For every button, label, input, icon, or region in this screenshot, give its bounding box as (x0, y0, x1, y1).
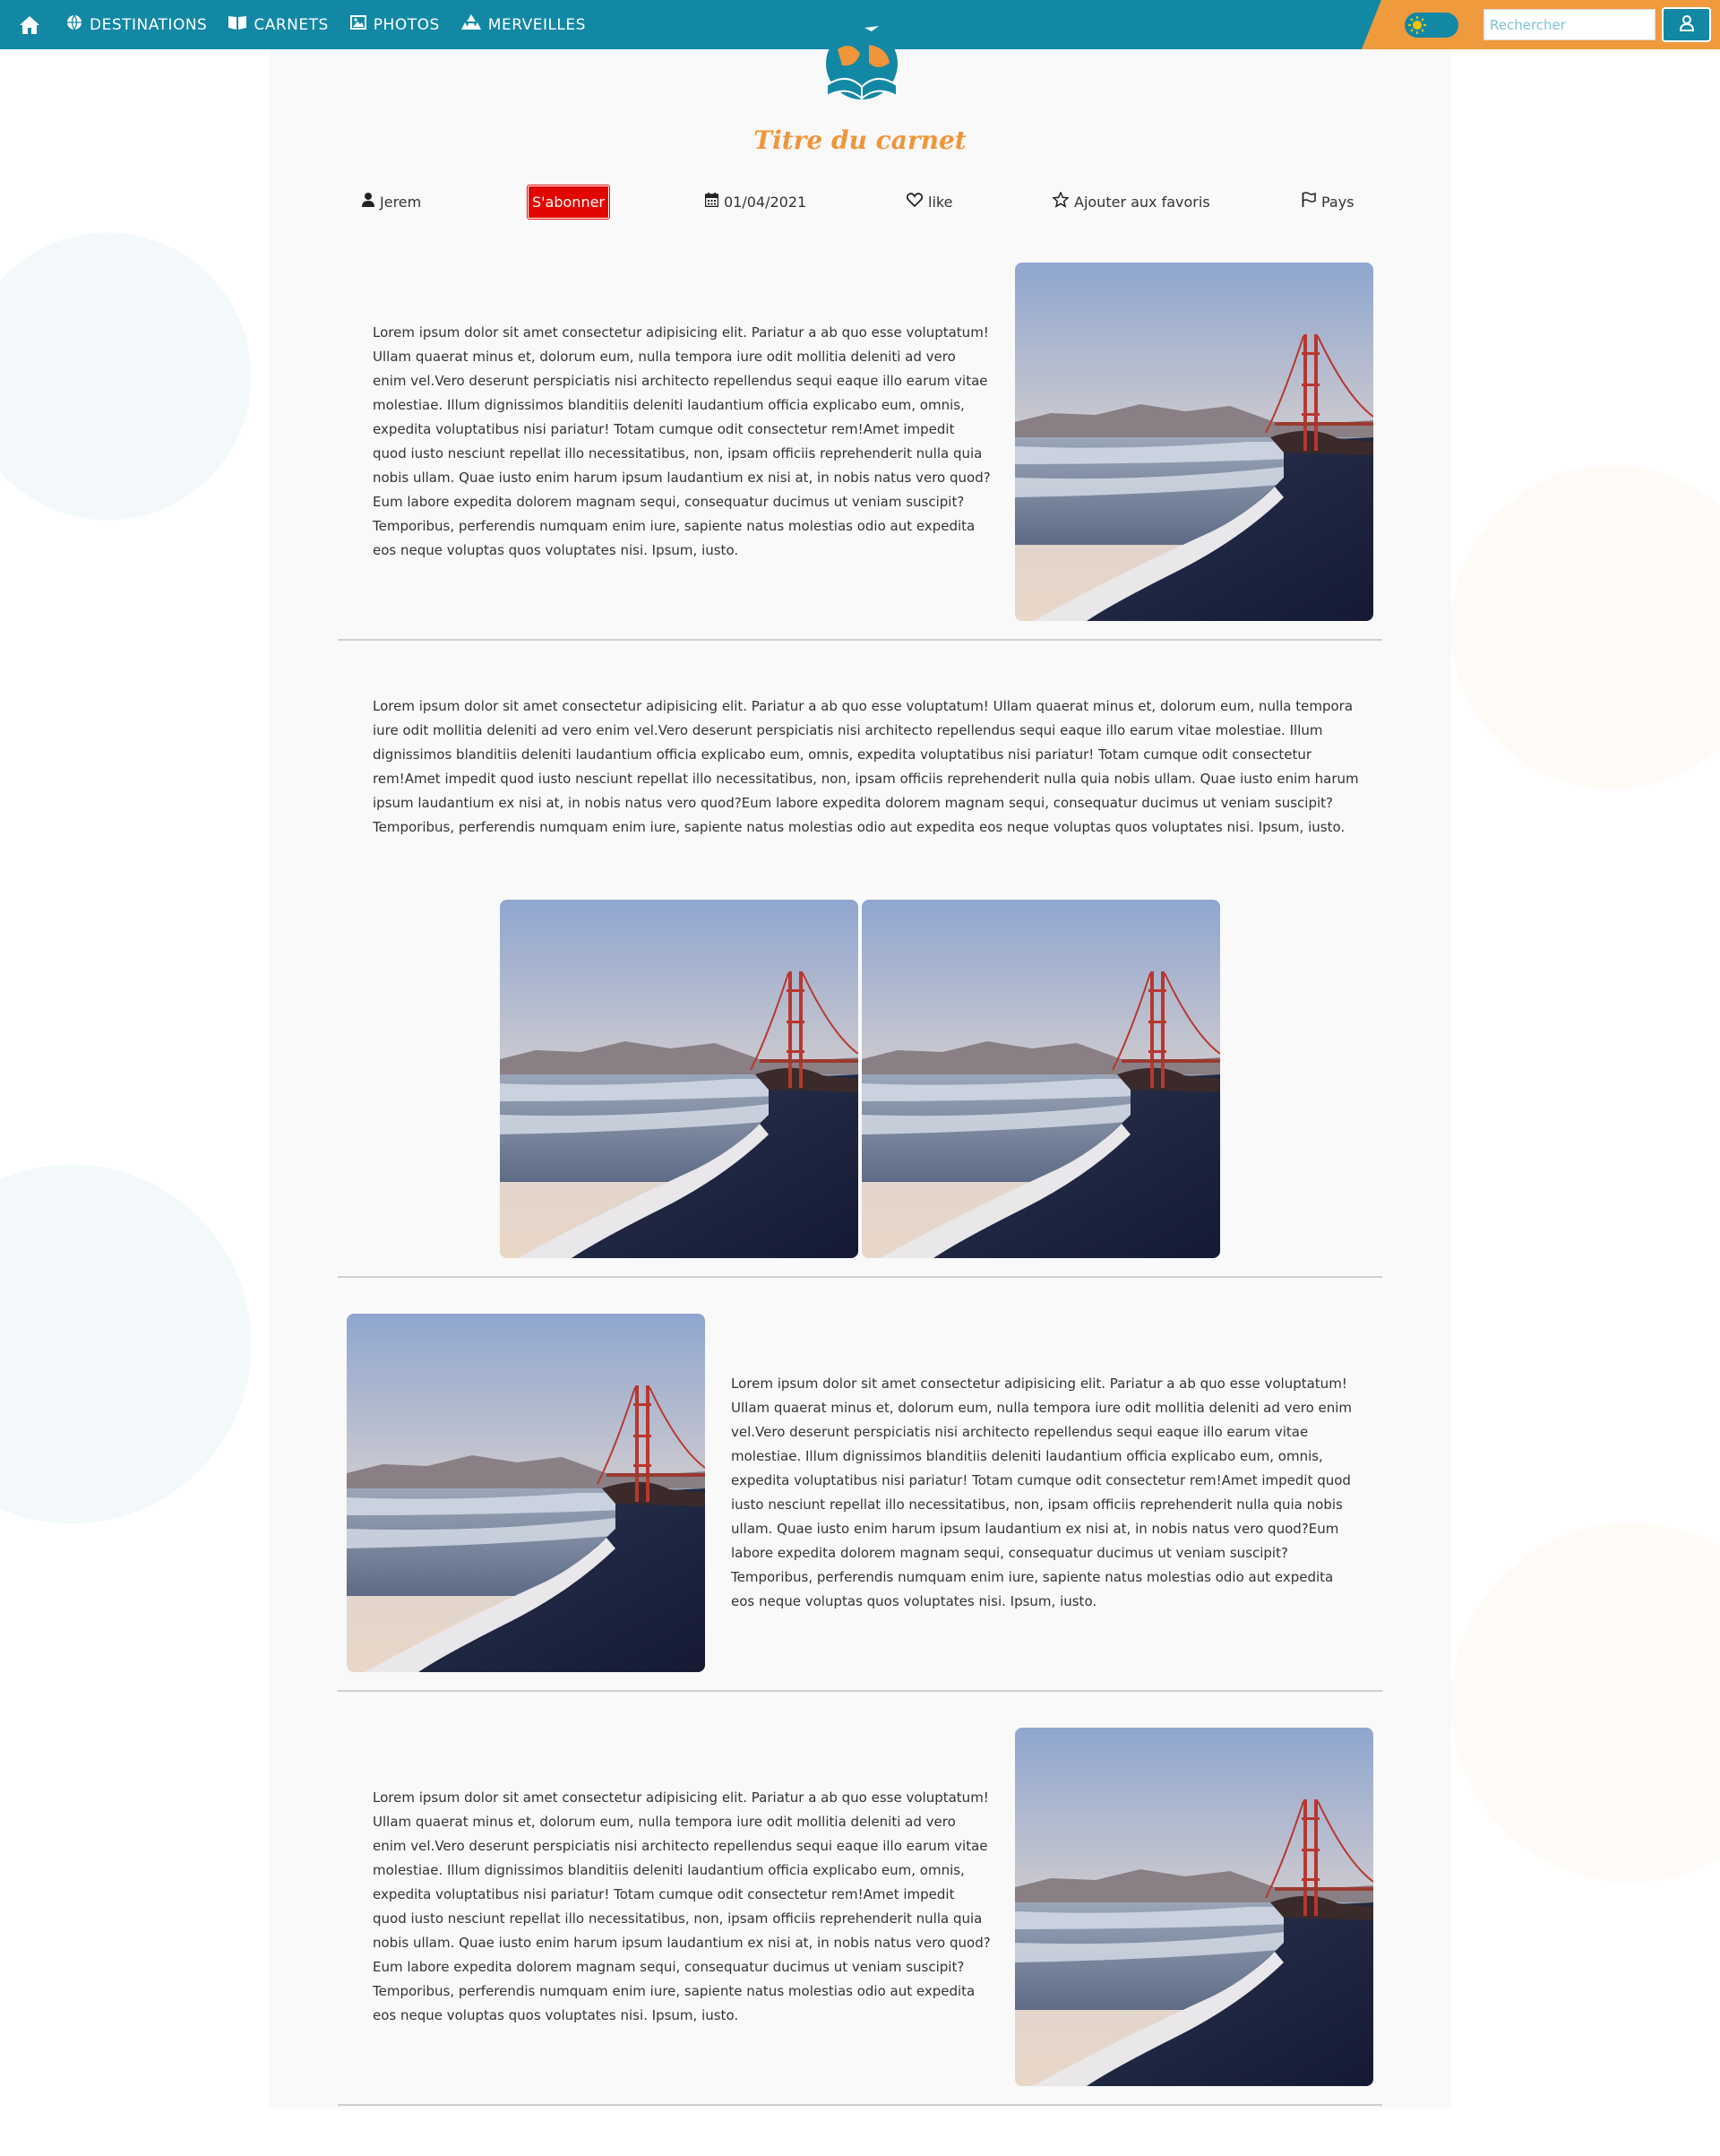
section-4-photo[interactable] (1015, 1728, 1373, 2086)
nav-item-destinations[interactable]: DESTINATIONS (66, 14, 207, 35)
monument-icon (460, 14, 481, 35)
search-input[interactable] (1484, 9, 1656, 40)
section-divider (338, 2104, 1382, 2106)
publish-date: 01/04/2021 (704, 184, 807, 220)
star-icon (1052, 191, 1070, 211)
notebook-meta-bar: Jerem S'abonner 01/04/2021 like Ajouter … (269, 184, 1451, 229)
nav-item-merveilles[interactable]: MERVEILLES (460, 14, 586, 35)
add-favorites-button[interactable]: Ajouter aux favoris (1052, 184, 1210, 220)
sun-icon (1408, 16, 1426, 34)
section-4-text: Lorem ipsum dolor sit amet consectetur a… (373, 1789, 991, 2023)
section-3-photo[interactable] (347, 1314, 705, 1672)
country-label: Pays (1321, 193, 1354, 211)
nav-item-photos[interactable]: PHOTOS (349, 15, 440, 34)
section-1-text: Lorem ipsum dolor sit amet consectetur a… (373, 324, 991, 558)
flag-icon (1302, 192, 1316, 211)
section-2-photo-right[interactable] (862, 900, 1220, 1258)
notebook-page: Titre du carnet Jerem S'abonner 01/04/20… (269, 26, 1451, 2108)
user-icon (362, 193, 374, 211)
section-2-text: Lorem ipsum dolor sit amet consectetur a… (373, 698, 1359, 835)
author-name: Jerem (380, 193, 422, 211)
section-divider (338, 1276, 1382, 1278)
nav-item-label: DESTINATIONS (90, 15, 208, 34)
user-icon (1679, 14, 1694, 35)
like-button[interactable]: like (906, 184, 953, 220)
nav-item-label: CARNETS (254, 15, 329, 34)
author-link[interactable]: Jerem (362, 184, 421, 220)
globe-icon (66, 14, 82, 35)
image-icon (349, 15, 366, 34)
home-icon[interactable] (14, 10, 45, 40)
subscribe-button[interactable]: S'abonner (526, 185, 611, 220)
section-divider (338, 639, 1382, 641)
heart-icon (906, 193, 924, 211)
nav-item-carnets[interactable]: CARNETS (228, 15, 328, 34)
country-link[interactable]: Pays (1302, 184, 1354, 220)
favorites-label: Ajouter aux favoris (1074, 193, 1210, 211)
site-logo[interactable] (820, 22, 905, 108)
date-text: 01/04/2021 (724, 193, 807, 211)
nav-item-label: PHOTOS (373, 15, 440, 34)
theme-toggle[interactable] (1405, 13, 1458, 38)
section-2-photo-left[interactable] (500, 900, 858, 1258)
user-account-button[interactable] (1662, 7, 1711, 42)
section-divider (338, 1690, 1382, 1692)
calendar-icon (704, 193, 719, 211)
section-3-text: Lorem ipsum dolor sit amet consectetur a… (731, 1376, 1353, 1609)
book-icon (228, 15, 247, 34)
like-label: like (928, 193, 953, 211)
nav-item-label: MERVEILLES (487, 15, 586, 34)
section-1-photo[interactable] (1015, 263, 1373, 621)
notebook-title: Titre du carnet (753, 125, 967, 155)
